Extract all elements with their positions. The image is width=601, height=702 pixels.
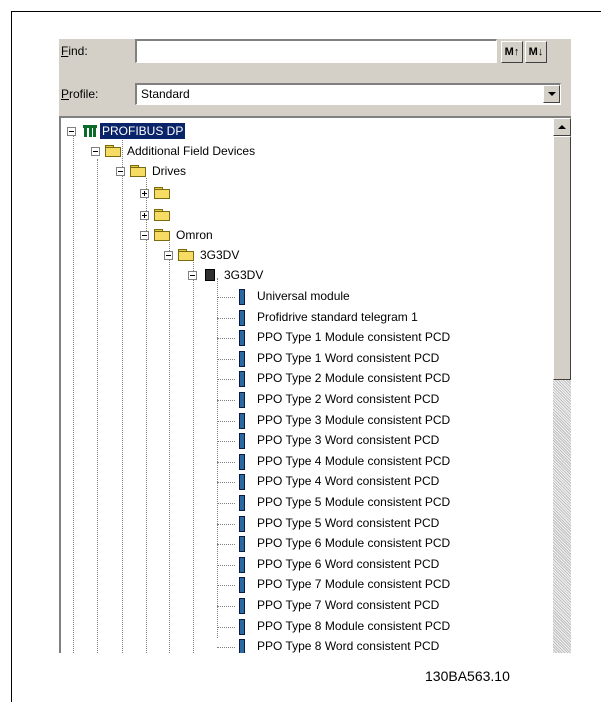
tree-label: PPO Type 8 Module consistent PCD xyxy=(257,618,451,633)
module-icon xyxy=(239,639,245,653)
tree-connector xyxy=(146,178,147,653)
tree-connector xyxy=(217,441,235,443)
tree-label: PPO Type 5 Word consistent PCD xyxy=(257,515,440,530)
dropdown-arrow-icon[interactable] xyxy=(543,85,560,103)
module-icon xyxy=(239,289,245,305)
module-icon xyxy=(239,330,245,347)
collapse-icon[interactable] xyxy=(67,127,76,136)
tree-label: PROFIBUS DP xyxy=(100,123,186,139)
tree-label: PPO Type 6 Module consistent PCD xyxy=(257,536,451,551)
folder-open-icon xyxy=(105,145,121,157)
folder-open-icon xyxy=(178,249,194,261)
vertical-scrollbar[interactable] xyxy=(553,118,571,653)
collapse-icon[interactable] xyxy=(140,231,149,240)
module-icon xyxy=(239,598,245,614)
tree-label: Additional Field Devices xyxy=(127,144,256,158)
tree-connector xyxy=(122,135,123,653)
tree-label: PPO Type 1 Module consistent PCD xyxy=(257,330,451,345)
module-icon xyxy=(239,412,245,429)
module-icon xyxy=(239,350,245,367)
tree-label: PPO Type 8 Word consistent PCD xyxy=(257,639,440,653)
tree-connector xyxy=(193,258,194,653)
folder-icon xyxy=(154,209,170,221)
tree-connector xyxy=(217,379,235,381)
tree-label: PPO Type 7 Module consistent PCD xyxy=(257,577,451,592)
collapse-icon[interactable] xyxy=(164,251,173,260)
tree-label: PPO Type 4 Module consistent PCD xyxy=(257,453,451,468)
find-label: Find: xyxy=(61,44,88,58)
tree-connector xyxy=(217,317,235,319)
module-icon xyxy=(239,618,245,635)
tree-connector xyxy=(217,297,235,298)
drive-device-icon xyxy=(205,269,215,281)
tree-connector xyxy=(217,544,235,546)
tree-connector xyxy=(217,626,235,628)
tree-connector xyxy=(73,135,74,653)
module-icon xyxy=(239,536,245,553)
module-icon xyxy=(239,515,245,532)
tree-label: 3G3DV xyxy=(224,268,264,282)
find-input[interactable] xyxy=(135,39,497,63)
tree-label: PPO Type 3 Word consistent PCD xyxy=(257,433,440,448)
profile-select-value: Standard xyxy=(141,87,190,101)
tree-label: PPO Type 2 Word consistent PCD xyxy=(257,392,440,406)
module-icon xyxy=(239,577,245,594)
tree-connector xyxy=(217,564,235,566)
tree-connector xyxy=(217,358,235,360)
figure-id: 130BA563.10 xyxy=(425,668,510,684)
scroll-up-button[interactable] xyxy=(553,118,571,136)
catalog-tree[interactable]: PROFIBUS DP Additional Field Devices Dri… xyxy=(59,116,571,653)
tree-connector xyxy=(217,647,235,649)
tree-connector xyxy=(217,503,235,504)
hardware-catalog-panel: Find: M↑ M↓ Profile: Standard PROFIBUS D… xyxy=(59,39,571,653)
tree-connector xyxy=(217,338,235,340)
tree-connector xyxy=(217,461,235,463)
collapse-icon[interactable] xyxy=(116,167,125,176)
module-icon xyxy=(239,495,245,511)
folder-open-icon xyxy=(154,229,170,241)
module-icon xyxy=(239,453,245,470)
tree-label: Drives xyxy=(152,164,187,178)
module-icon xyxy=(239,474,245,491)
module-icon xyxy=(239,309,245,326)
tree-label: Universal module xyxy=(257,289,350,303)
tree-connector xyxy=(217,400,235,401)
expand-icon[interactable] xyxy=(140,211,149,220)
tree-label: PPO Type 7 Word consistent PCD xyxy=(257,598,440,612)
find-next-button[interactable]: M↓ xyxy=(525,41,547,63)
tree-label: PPO Type 6 Word consistent PCD xyxy=(257,556,440,571)
tree-connector xyxy=(217,585,235,587)
expand-icon[interactable] xyxy=(140,189,149,198)
tree-connector xyxy=(217,278,218,638)
folder-icon xyxy=(154,187,170,199)
tree-label: Profidrive standard telegram 1 xyxy=(257,309,418,324)
profile-label: Profile: xyxy=(61,87,99,101)
tree-label: PPO Type 1 Word consistent PCD xyxy=(257,350,440,365)
profibus-network-icon xyxy=(83,125,97,137)
tree-connector xyxy=(169,238,170,653)
tree-label: PPO Type 5 Module consistent PCD xyxy=(257,495,451,509)
tree-label: PPO Type 3 Module consistent PCD xyxy=(257,412,451,427)
module-icon xyxy=(239,433,245,450)
folder-open-icon xyxy=(130,165,146,177)
tree-connector xyxy=(97,159,98,653)
find-previous-button[interactable]: M↑ xyxy=(501,41,523,63)
tree-connector xyxy=(217,523,235,525)
collapse-icon[interactable] xyxy=(188,271,197,280)
tree-label: 3G3DV xyxy=(200,248,240,262)
module-icon xyxy=(239,371,245,388)
tree-label: PPO Type 2 Module consistent PCD xyxy=(257,371,451,386)
tree-connector xyxy=(217,606,235,607)
tree-connector xyxy=(217,482,235,484)
scroll-thumb[interactable] xyxy=(553,136,571,380)
module-icon xyxy=(239,392,245,408)
module-icon xyxy=(239,556,245,573)
collapse-icon[interactable] xyxy=(91,147,100,156)
profile-select[interactable]: Standard xyxy=(135,83,561,105)
tree-label: PPO Type 4 Word consistent PCD xyxy=(257,474,440,489)
tree-connector xyxy=(217,420,235,422)
tree-label: Omron xyxy=(176,228,213,242)
